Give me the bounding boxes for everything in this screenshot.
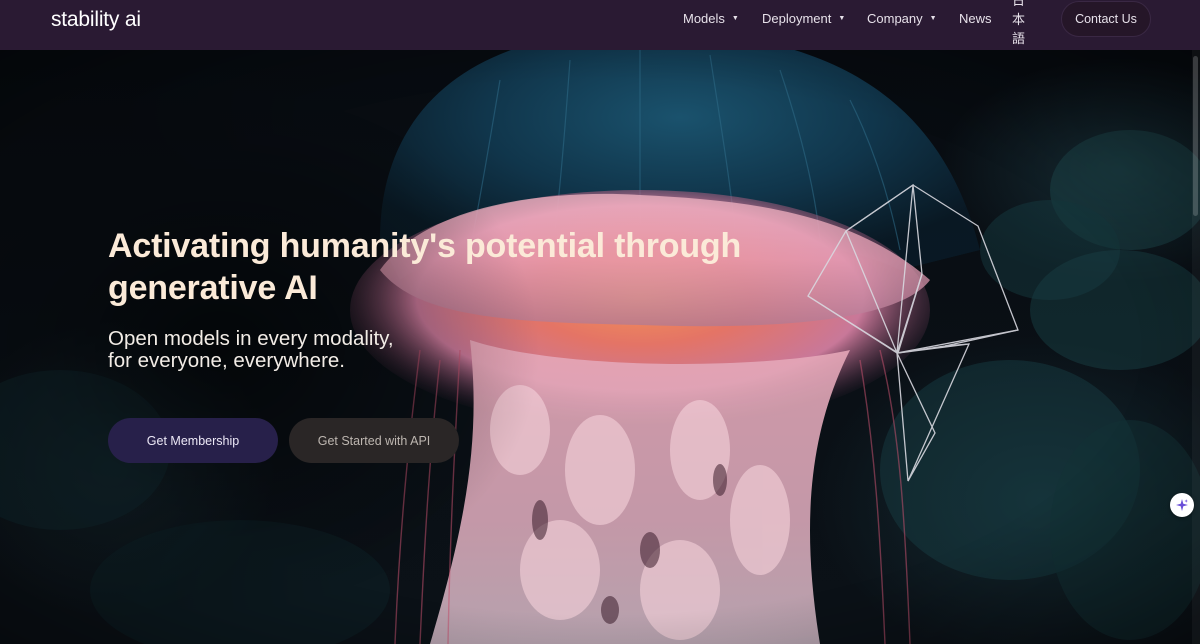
assistant-button[interactable] xyxy=(1170,493,1194,517)
nav-item-label: Deployment xyxy=(762,10,832,26)
nav-item-label: Company xyxy=(867,10,923,26)
nav-item-company[interactable]: Company ▼ xyxy=(867,0,937,36)
nav-item-news[interactable]: News xyxy=(959,0,992,36)
chevron-down-icon: ▼ xyxy=(731,14,739,22)
nav-item-models[interactable]: Models ▼ xyxy=(683,0,739,36)
get-membership-button[interactable]: Get Membership xyxy=(108,418,278,463)
top-nav: stability ai Models ▼ Deployment ▼ Compa… xyxy=(0,0,1200,50)
get-started-api-button[interactable]: Get Started with API xyxy=(289,418,459,463)
sparkle-icon xyxy=(1176,499,1188,511)
hero-section: Activating humanity's potential through … xyxy=(0,50,1200,644)
scrollbar-thumb[interactable] xyxy=(1193,56,1198,216)
chevron-down-icon: ▼ xyxy=(838,14,846,22)
hero-subtitle-line-2: for everyone, everywhere. xyxy=(108,349,346,372)
nav-item-label: Models xyxy=(683,10,725,26)
nav-item-label: News xyxy=(959,10,992,26)
nav-item-japanese[interactable]: 日本語 xyxy=(1012,0,1025,46)
contact-us-button[interactable]: Contact Us xyxy=(1061,1,1151,37)
logo[interactable]: stability ai xyxy=(51,8,141,32)
hero-headline: Activating humanity's potential through … xyxy=(108,227,742,307)
nav-item-label: 日本語 xyxy=(1012,0,1026,46)
nav-item-deployment[interactable]: Deployment ▼ xyxy=(762,0,845,36)
chevron-down-icon: ▼ xyxy=(929,14,937,22)
